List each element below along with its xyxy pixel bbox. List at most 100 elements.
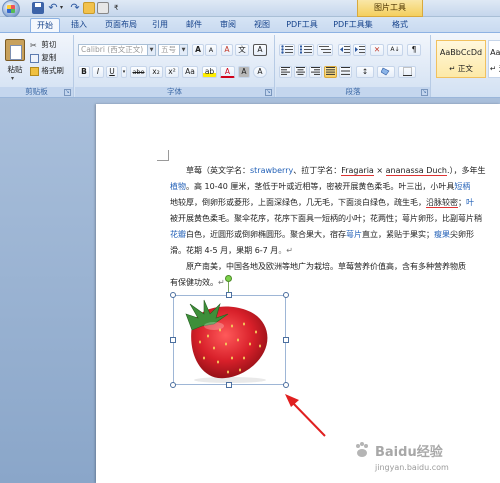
resize-handle-right[interactable] (283, 337, 289, 343)
font-dialog-launcher-icon[interactable]: ↘ (265, 89, 272, 96)
align-center-button[interactable] (294, 66, 307, 78)
resize-handle-top-left[interactable] (170, 292, 176, 298)
style-normal[interactable]: AaBbCcDd ↵ 正文 (436, 40, 486, 78)
font-size-dropdown-icon[interactable]: ▼ (179, 45, 187, 55)
strikethrough-button[interactable]: abe (130, 66, 147, 78)
shrink-font-button[interactable]: A (205, 44, 217, 56)
hyperlink[interactable]: 瘦果 (434, 230, 450, 239)
resize-handle-bottom-left[interactable] (170, 382, 176, 388)
change-case-button[interactable]: Aa (182, 66, 198, 78)
underline-button[interactable]: U (106, 66, 118, 78)
tab-insert[interactable]: 插入 (64, 18, 94, 32)
text-run: 地较厚，倒卵形或菱形，上面深绿色，几无毛，下面淡白绿色，疏生毛， (170, 198, 426, 207)
text-run: 、拉丁学名： (293, 166, 342, 175)
phonetic-guide-button[interactable]: 文 (235, 44, 249, 56)
hyperlink[interactable]: 花瓣 (170, 230, 186, 239)
tab-pdf-tools[interactable]: PDF工具 (282, 18, 322, 32)
chinese-layout-button[interactable]: ✕ (370, 44, 384, 56)
character-border-button[interactable]: A (253, 44, 267, 56)
show-hide-marks-button[interactable]: ¶ (407, 44, 421, 56)
italic-button[interactable]: I (92, 66, 104, 78)
print-preview-icon[interactable] (97, 2, 109, 14)
increase-indent-button[interactable] (353, 44, 366, 56)
resize-handle-bottom[interactable] (226, 382, 232, 388)
tab-references[interactable]: 引用 (146, 18, 174, 32)
bold-button[interactable]: B (78, 66, 90, 78)
redo-icon[interactable]: ↷ (69, 2, 81, 14)
paragraph-mark: ↵ (218, 278, 225, 287)
hyperlink[interactable]: 短柄 (454, 182, 470, 191)
resize-handle-bottom-right[interactable] (283, 382, 289, 388)
sort-button[interactable]: A↓ (387, 44, 403, 56)
spell-flagged-text: Fragaria (341, 166, 374, 176)
tab-format[interactable]: 格式 (386, 18, 414, 32)
hyperlink[interactable]: 植物 (170, 182, 186, 191)
resize-handle-top[interactable] (226, 292, 232, 298)
copy-button[interactable]: 复制 (30, 52, 56, 63)
tab-mailings[interactable]: 邮件 (180, 18, 208, 32)
justify-button[interactable] (324, 66, 337, 78)
undo-dropdown-icon[interactable]: ▾ (60, 2, 67, 14)
grow-font-button[interactable]: A (192, 44, 204, 56)
red-annotation-arrow-icon (285, 394, 326, 437)
line-spacing-button[interactable]: ↕ (356, 66, 374, 78)
paragraph-line[interactable]: 草莓（英文学名：strawberry、拉丁学名：Fragaria × anana… (170, 163, 500, 179)
tab-view[interactable]: 视图 (248, 18, 276, 32)
copy-label: 复制 (41, 53, 57, 62)
paragraph-line[interactable]: 滑。花期 4-5 月，果期 6-7 月。↵ (170, 243, 500, 259)
save-icon[interactable] (32, 2, 44, 14)
distributed-button[interactable] (339, 66, 352, 78)
resize-handle-left[interactable] (170, 337, 176, 343)
underline-dropdown-icon[interactable]: ▾ (121, 66, 127, 78)
clear-formatting-button[interactable]: A (221, 44, 233, 56)
font-name-dropdown-icon[interactable]: ▼ (147, 45, 155, 55)
undo-icon[interactable]: ↶ (47, 2, 59, 14)
tab-page-layout[interactable]: 页面布局 (98, 18, 144, 32)
paragraph-line[interactable]: 有保健功效。↵ (170, 275, 500, 291)
hyperlink[interactable]: 萼片 (346, 230, 362, 239)
tab-review[interactable]: 审阅 (214, 18, 242, 32)
font-size-combo[interactable]: 五号 ▼ (158, 44, 188, 56)
shading-button[interactable] (377, 66, 395, 78)
paragraph-line[interactable]: 原产南美，中国各地及欧洲等地广为栽培。草莓营养价值高，含有多种营养物质 (170, 259, 500, 275)
paragraph-line[interactable]: 被开展黄色柔毛。聚伞花序，花序下面具一短柄的小叶；花两性；萼片卵形，比副萼片稍 (170, 211, 500, 227)
text-highlight-button[interactable]: ab (202, 66, 217, 78)
copy-icon (30, 53, 39, 63)
selected-picture[interactable] (173, 295, 286, 385)
rotation-handle[interactable] (225, 275, 232, 282)
customize-toolbar-button[interactable]: ₹ (114, 2, 122, 14)
resize-handle-top-right[interactable] (283, 292, 289, 298)
bullets-button[interactable] (279, 44, 295, 56)
paste-dropdown-icon[interactable]: ▾ (11, 75, 14, 82)
format-painter-button[interactable]: 格式刷 (30, 65, 64, 76)
align-left-button[interactable] (279, 66, 292, 78)
numbering-button[interactable] (298, 44, 314, 56)
paragraph-line[interactable]: 花瓣白色，近圆形或倒卵椭圆形。聚合果大，宿存萼片直立，紧贴于果实；瘦果尖卵形 (170, 227, 500, 243)
text-run: × (373, 166, 386, 175)
paragraph-dialog-launcher-icon[interactable]: ↘ (421, 89, 428, 96)
font-color-button[interactable]: A (220, 66, 235, 78)
decrease-indent-button[interactable] (338, 44, 351, 56)
tab-pdf-toolset[interactable]: PDF工具集 (328, 18, 378, 32)
tab-home[interactable]: 开始 (30, 18, 60, 32)
paste-button-label[interactable]: 粘贴 (3, 64, 27, 75)
paragraph-line[interactable]: 植物。高 10-40 厘米，茎低于叶或近相等，密被开展黄色柔毛。叶三出，小叶具短… (170, 179, 500, 195)
style-no-spacing[interactable]: AaB ↵ 无 (488, 40, 500, 78)
enclose-characters-button[interactable]: A (253, 66, 267, 78)
text-run: 。高 10-40 厘米，茎低于叶或近相等，密被开展黄色柔毛。叶三出，小叶具 (186, 182, 455, 191)
align-right-button[interactable] (309, 66, 322, 78)
office-button-icon[interactable] (2, 0, 20, 18)
paste-icon[interactable] (5, 39, 25, 61)
hyperlink[interactable]: strawberry (250, 166, 293, 175)
clipboard-dialog-launcher-icon[interactable]: ↘ (64, 89, 71, 96)
cut-button[interactable]: ✂ 剪切 (30, 39, 56, 50)
paragraph-line[interactable]: 地较厚，倒卵形或菱形，上面深绿色，几无毛，下面淡白绿色，疏生毛，沿脉较密；叶 (170, 195, 500, 211)
borders-button[interactable] (398, 66, 416, 78)
hyperlink[interactable]: 叶 (466, 198, 474, 207)
open-folder-icon[interactable] (83, 2, 95, 14)
font-name-combo[interactable]: Calibri (西文正文) ▼ (78, 44, 156, 56)
character-shading-button[interactable]: A (238, 66, 250, 78)
superscript-button[interactable]: x² (165, 66, 179, 78)
multilevel-list-button[interactable] (317, 44, 333, 56)
subscript-button[interactable]: x₂ (149, 66, 163, 78)
